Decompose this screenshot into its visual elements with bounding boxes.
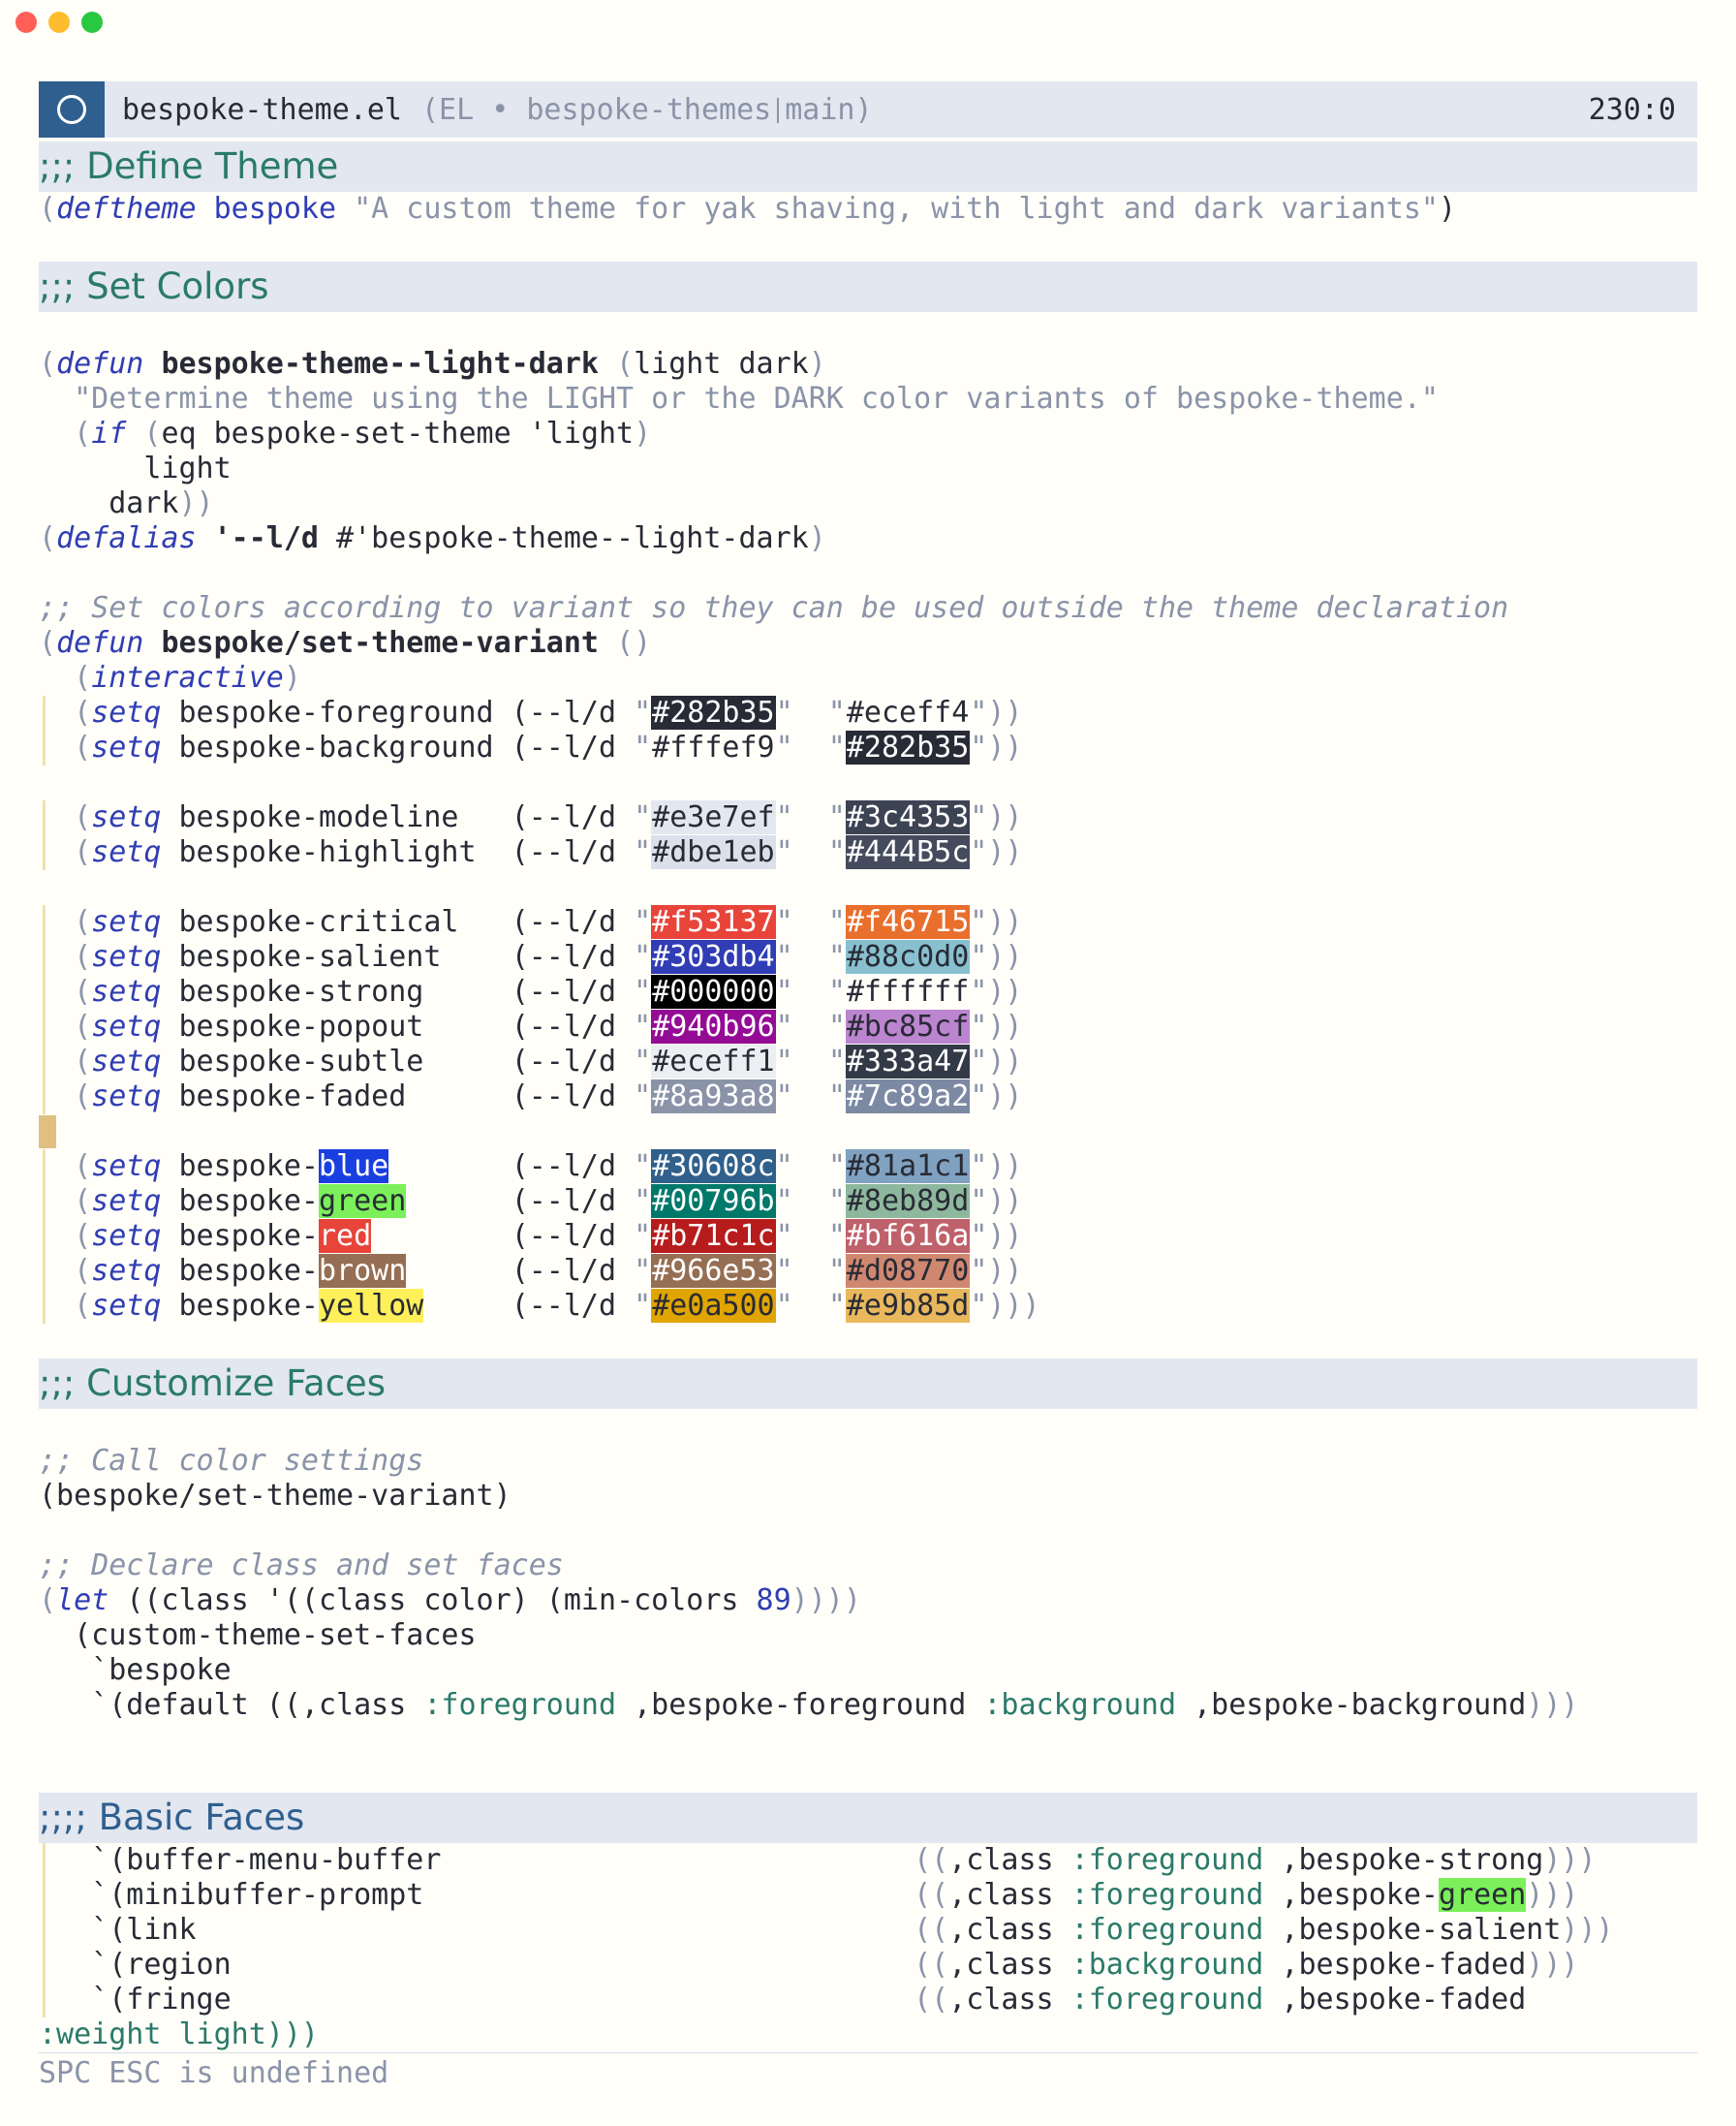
color-swatch: #282b35 (651, 696, 776, 730)
setq-line: (setq bespoke-red (--l/d "#b71c1c" "#bf6… (39, 1219, 1697, 1254)
color-swatch: #f53137 (651, 905, 776, 939)
setq-line: (setq bespoke-yellow (--l/d "#e0a500" "#… (39, 1289, 1697, 1324)
color-swatch: #8eb89d (845, 1184, 971, 1218)
color-swatch: #d08770 (845, 1254, 971, 1288)
setq-line: (setq bespoke-faded (--l/d "#8a93a8" "#7… (39, 1079, 1697, 1114)
section-header-customize-faces: ;;; Customize Faces (39, 1359, 1697, 1409)
color-swatch: #fffef9 (652, 731, 775, 765)
color-name-highlight: red (319, 1219, 372, 1253)
code-line: "Determine theme using the LIGHT or the … (74, 382, 1439, 416)
buffer-filename: bespoke-theme.el (122, 92, 402, 127)
color-swatch: #f46715 (845, 905, 971, 939)
code-line: (if (eq bespoke-set-theme 'light) (74, 417, 652, 451)
color-swatch: #303db4 (651, 940, 776, 974)
comment-line: ;; Declare class and set faces (39, 1548, 564, 1582)
setq-line: (setq bespoke-critical (--l/d "#f53137" … (39, 905, 1697, 940)
color-swatch: #ffffff (846, 975, 970, 1009)
cursor-position: 230:0 (1588, 92, 1676, 127)
code-line: dark)) (108, 486, 214, 520)
color-name-highlight: green (1438, 1878, 1527, 1912)
comment-line: ;; Call color settings (39, 1444, 424, 1478)
code-line: `(default ((,class :foreground ,bespoke-… (91, 1688, 1579, 1722)
code-line: light (143, 452, 232, 485)
face-spec-line: `(link ((,class :foreground ,bespoke-sal… (39, 1913, 1697, 1948)
color-swatch: #30608c (651, 1149, 776, 1183)
color-swatch: #000000 (651, 975, 776, 1009)
color-swatch: #e0a500 (651, 1289, 776, 1323)
setq-line: (setq bespoke-highlight (--l/d "#dbe1eb"… (39, 835, 1697, 870)
section-header-basic-faces: ;;;; Basic Faces (39, 1793, 1697, 1843)
code-line: (bespoke/set-theme-variant) (39, 1479, 512, 1513)
color-swatch: #eceff1 (651, 1045, 776, 1079)
color-settings-block: (setq bespoke-foreground (--l/d "#282b35… (39, 696, 1697, 1359)
color-swatch: #282b35 (845, 731, 971, 765)
window-controls (16, 12, 103, 33)
setq-line: (setq bespoke-brown (--l/d "#966e53" "#d… (39, 1254, 1697, 1289)
section-header-set-colors: ;;; Set Colors (39, 262, 1697, 312)
color-swatch: #940b96 (651, 1010, 776, 1044)
color-swatch: #dbe1eb (651, 835, 776, 869)
comment-line: ;; Set colors according to variant so th… (39, 591, 1509, 625)
color-swatch: #333a47 (845, 1045, 971, 1079)
face-spec-line: `(minibuffer-prompt ((,class :foreground… (39, 1878, 1697, 1913)
color-swatch: #8a93a8 (651, 1079, 776, 1113)
color-swatch: #00796b (651, 1184, 776, 1218)
setq-line: (setq bespoke-modeline (--l/d "#e3e7ef" … (39, 800, 1697, 835)
setq-line: (setq bespoke-strong (--l/d "#000000" "#… (39, 975, 1697, 1010)
mode-info: (EL • bespoke-themes main) (420, 92, 873, 127)
code-line: (defun bespoke/set-theme-variant () (39, 626, 652, 660)
code-line: (defalias '--l/d #'bespoke-theme--light-… (39, 521, 826, 555)
color-swatch: #88c0d0 (845, 940, 971, 974)
face-spec-line: `(buffer-menu-buffer ((,class :foregroun… (39, 1843, 1697, 1878)
color-name-highlight: green (319, 1184, 407, 1218)
setq-line: (setq bespoke-blue (--l/d "#30608c" "#81… (39, 1149, 1697, 1184)
editor-buffer[interactable]: ;;; Define Theme (deftheme bespoke "A cu… (39, 141, 1697, 2052)
setq-line: (setq bespoke-salient (--l/d "#303db4" "… (39, 940, 1697, 975)
color-name-highlight: blue (319, 1149, 389, 1183)
color-swatch: #bf616a (845, 1219, 971, 1253)
color-swatch: #444B5c (845, 835, 971, 869)
code-line: `bespoke (91, 1653, 232, 1687)
zoom-window-button[interactable] (81, 12, 103, 33)
echo-area-divider (39, 2052, 1697, 2053)
close-window-button[interactable] (16, 12, 37, 33)
code-line: (interactive) (74, 661, 301, 695)
code-line: (let ((class '((class color) (min-colors… (39, 1583, 861, 1617)
minimize-window-button[interactable] (48, 12, 70, 33)
setq-line: (setq bespoke-green (--l/d "#00796b" "#8… (39, 1184, 1697, 1219)
color-swatch: #e9b85d (845, 1289, 971, 1323)
code-line: (custom-theme-set-faces (74, 1618, 477, 1652)
code-line: (deftheme bespoke "A custom theme for ya… (39, 192, 1457, 226)
color-swatch: #3c4353 (845, 800, 971, 834)
code-line: (defun bespoke-theme--light-dark (light … (39, 347, 826, 381)
setq-line: (setq bespoke-foreground (--l/d "#282b35… (39, 696, 1697, 731)
echo-area-message: SPC ESC is undefined (39, 2056, 389, 2090)
face-spec-line: `(fringe ((,class :foreground ,bespoke-f… (39, 1983, 1697, 2017)
color-swatch: #81a1c1 (845, 1149, 971, 1183)
text-cursor (39, 1115, 56, 1148)
setq-line: (setq bespoke-popout (--l/d "#940b96" "#… (39, 1010, 1697, 1045)
section-header-define-theme: ;;; Define Theme (39, 141, 1697, 192)
color-swatch: #966e53 (651, 1254, 776, 1288)
setq-line: (setq bespoke-subtle (--l/d "#eceff1" "#… (39, 1045, 1697, 1079)
mode-line: bespoke-theme.el (EL • bespoke-themes mai… (39, 81, 1697, 138)
face-spec-line: `(region ((,class :background ,bespoke-f… (39, 1948, 1697, 1983)
basic-faces-block: `(buffer-menu-buffer ((,class :foregroun… (39, 1843, 1697, 2017)
code-line: :weight light))) (39, 2017, 319, 2051)
color-swatch: #7c89a2 (845, 1079, 971, 1113)
buffer-status-badge (39, 81, 105, 138)
setq-line: (setq bespoke-background (--l/d "#fffef9… (39, 731, 1697, 766)
color-name-highlight: yellow (319, 1289, 424, 1323)
color-swatch: #eceff4 (846, 696, 970, 730)
circle-icon (57, 95, 86, 124)
color-swatch: #e3e7ef (651, 800, 776, 834)
color-name-highlight: brown (319, 1254, 407, 1288)
color-swatch: #b71c1c (651, 1219, 776, 1253)
git-branch-icon (777, 98, 780, 123)
color-swatch: #bc85cf (845, 1010, 971, 1044)
